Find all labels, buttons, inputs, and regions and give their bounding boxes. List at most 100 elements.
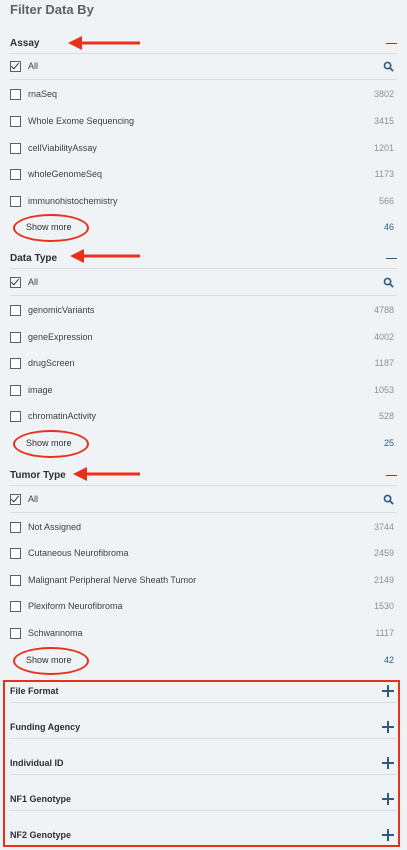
filter-row[interactable]: immunohistochemistry 566 bbox=[10, 192, 394, 210]
section-header-data-type[interactable]: Data Type bbox=[10, 248, 397, 268]
checkbox[interactable] bbox=[10, 88, 21, 100]
section-label: NF2 Genotype bbox=[10, 830, 72, 840]
item-count: 4002 bbox=[373, 332, 394, 342]
section-header-tumor-type[interactable]: Tumor Type bbox=[10, 465, 397, 485]
item-label: All bbox=[28, 61, 39, 71]
show-more-row: Show more 46 bbox=[10, 218, 394, 236]
checkbox[interactable] bbox=[10, 574, 21, 586]
divider bbox=[10, 295, 397, 296]
total-count: 46 bbox=[383, 222, 394, 232]
expand-plus-icon[interactable] bbox=[382, 685, 394, 697]
filter-row[interactable]: geneExpression 4002 bbox=[10, 328, 394, 346]
section-header-assay[interactable]: Assay bbox=[10, 33, 397, 53]
checkbox[interactable] bbox=[10, 115, 21, 127]
section-label: Data Type bbox=[10, 252, 58, 264]
item-label: All bbox=[28, 277, 39, 287]
checkbox[interactable] bbox=[10, 547, 21, 559]
filter-row[interactable]: Plexiform Neurofibroma 1530 bbox=[10, 597, 394, 615]
item-label: geneExpression bbox=[28, 332, 93, 342]
item-label: cellViabilityAssay bbox=[28, 143, 97, 153]
checkbox[interactable] bbox=[10, 410, 21, 422]
checkbox[interactable] bbox=[10, 357, 21, 369]
show-more-row: Show more 42 bbox=[10, 651, 394, 669]
checkbox[interactable] bbox=[10, 304, 21, 316]
filter-row[interactable]: cellViabilityAssay 1201 bbox=[10, 139, 394, 157]
filter-row[interactable]: chromatinActivity 528 bbox=[10, 407, 394, 425]
section-label: File Format bbox=[10, 686, 59, 696]
filter-row[interactable]: rnaSeq 3802 bbox=[10, 85, 394, 103]
show-more-link[interactable]: Show more bbox=[26, 655, 72, 665]
filter-row[interactable]: Cutaneous Neurofibroma 2459 bbox=[10, 544, 394, 562]
search-icon[interactable] bbox=[383, 61, 394, 72]
section-header-nf1-genotype[interactable]: NF1 Genotype bbox=[10, 788, 394, 810]
item-label: Schwannoma bbox=[28, 628, 83, 638]
item-label: Plexiform Neurofibroma bbox=[28, 601, 123, 611]
divider bbox=[10, 268, 397, 269]
filter-row[interactable]: drugScreen 1187 bbox=[10, 354, 394, 372]
item-label: immunohistochemistry bbox=[28, 196, 118, 206]
item-label: drugScreen bbox=[28, 358, 75, 368]
item-count: 566 bbox=[378, 196, 394, 206]
checkbox[interactable] bbox=[10, 600, 21, 612]
section-label: Assay bbox=[10, 37, 40, 49]
checkbox[interactable] bbox=[10, 384, 21, 396]
divider bbox=[10, 53, 397, 54]
show-more-link[interactable]: Show more bbox=[26, 222, 72, 232]
expand-plus-icon[interactable] bbox=[382, 757, 394, 769]
filter-row-all[interactable]: All bbox=[10, 490, 394, 508]
section-header-funding-agency[interactable]: Funding Agency bbox=[10, 716, 394, 738]
checkbox[interactable] bbox=[10, 195, 21, 207]
checkbox[interactable] bbox=[10, 331, 21, 343]
item-count: 1187 bbox=[374, 358, 394, 368]
item-count: 4788 bbox=[373, 305, 394, 315]
total-count: 25 bbox=[383, 438, 394, 448]
item-label: genomicVariants bbox=[28, 305, 95, 315]
divider bbox=[10, 79, 397, 80]
section-label: Tumor Type bbox=[10, 469, 66, 481]
expand-plus-icon[interactable] bbox=[382, 829, 394, 841]
filter-row[interactable]: Schwannoma 1117 bbox=[10, 624, 394, 642]
item-count: 2149 bbox=[373, 575, 394, 585]
checkbox[interactable] bbox=[10, 168, 21, 180]
section-label: Funding Agency bbox=[10, 722, 81, 732]
filter-row-all[interactable]: All bbox=[10, 57, 394, 75]
filter-row[interactable]: image 1053 bbox=[10, 381, 394, 399]
item-label: rnaSeq bbox=[28, 89, 58, 99]
divider bbox=[10, 702, 397, 703]
collapse-minus-icon[interactable] bbox=[386, 253, 397, 264]
section-header-file-format[interactable]: File Format bbox=[10, 680, 394, 702]
filter-row[interactable]: genomicVariants 4788 bbox=[10, 301, 394, 319]
filter-row[interactable]: Malignant Peripheral Nerve Sheath Tumor … bbox=[10, 571, 394, 589]
item-label: Whole Exome Sequencing bbox=[28, 116, 135, 126]
checkbox-checked[interactable] bbox=[10, 493, 21, 505]
filter-row[interactable]: Whole Exome Sequencing 3415 bbox=[10, 112, 394, 130]
collapse-minus-icon[interactable] bbox=[386, 38, 397, 49]
expand-plus-icon[interactable] bbox=[382, 721, 394, 733]
item-label: Cutaneous Neurofibroma bbox=[28, 548, 129, 558]
show-more-link[interactable]: Show more bbox=[26, 438, 72, 448]
checkbox-checked[interactable] bbox=[10, 60, 21, 72]
item-label: chromatinActivity bbox=[28, 411, 97, 421]
item-count: 3415 bbox=[373, 116, 394, 126]
search-icon[interactable] bbox=[383, 494, 394, 505]
item-label: Malignant Peripheral Nerve Sheath Tumor bbox=[28, 575, 197, 585]
item-count: 528 bbox=[378, 411, 394, 421]
filter-row[interactable]: Not Assigned 3744 bbox=[10, 518, 394, 536]
collapse-minus-icon[interactable] bbox=[386, 470, 397, 481]
filter-row[interactable]: wholeGenomeSeq 1173 bbox=[10, 165, 394, 183]
expand-plus-icon[interactable] bbox=[382, 793, 394, 805]
checkbox[interactable] bbox=[10, 627, 21, 639]
checkbox-checked[interactable] bbox=[10, 276, 21, 288]
search-icon[interactable] bbox=[383, 277, 394, 288]
section-header-individual-id[interactable]: Individual ID bbox=[10, 752, 394, 774]
item-label: wholeGenomeSeq bbox=[28, 169, 103, 179]
filter-panel-title: Filter Data By bbox=[10, 2, 94, 17]
filter-row-all[interactable]: All bbox=[10, 273, 394, 291]
item-count: 1201 bbox=[373, 143, 394, 153]
divider bbox=[10, 512, 397, 513]
checkbox[interactable] bbox=[10, 142, 21, 154]
checkbox[interactable] bbox=[10, 521, 21, 533]
section-label: NF1 Genotype bbox=[10, 794, 72, 804]
section-header-nf2-genotype[interactable]: NF2 Genotype bbox=[10, 824, 394, 846]
divider bbox=[10, 485, 397, 486]
